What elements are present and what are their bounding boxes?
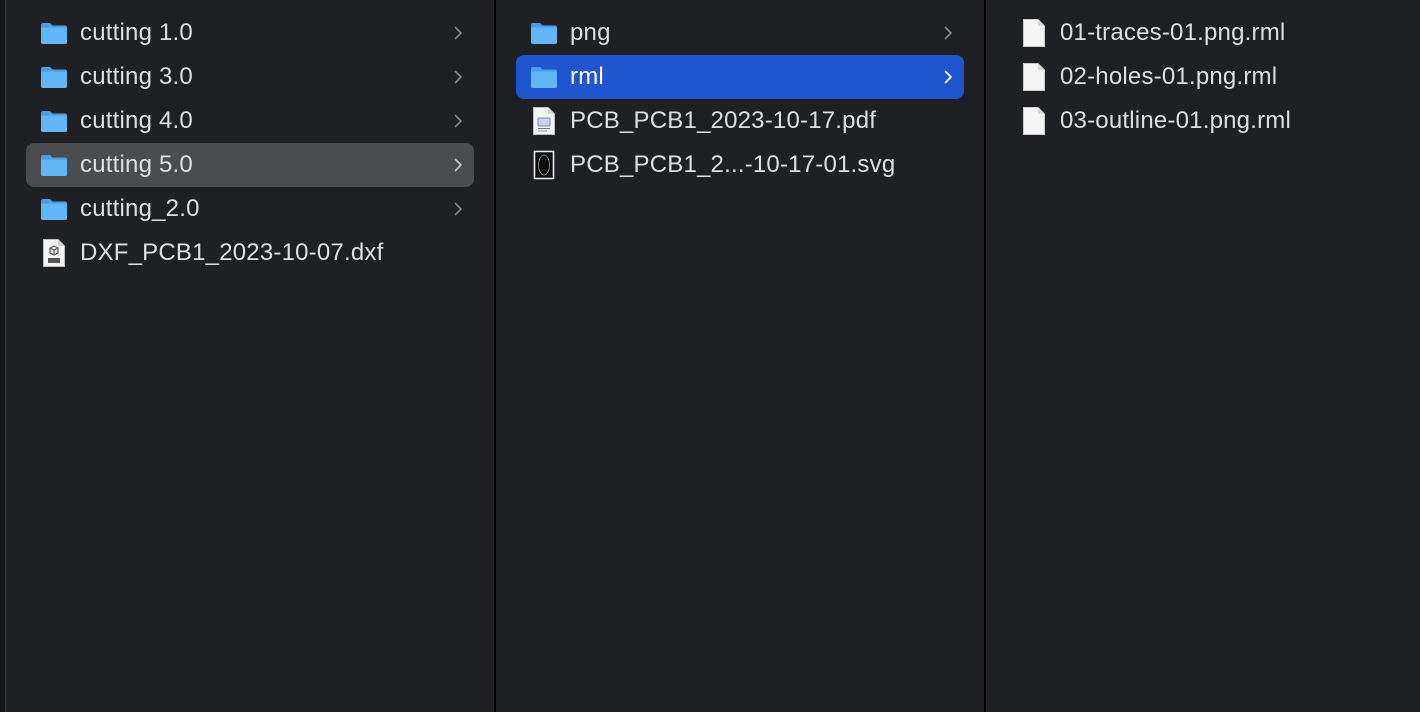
- file-row[interactable]: 03-outline-01.png.rml: [1006, 99, 1400, 143]
- folder-icon: [39, 106, 69, 136]
- chevron-right-icon: [452, 202, 464, 216]
- column-1-list: cutting 1.0 cutting 3.0 cutting 4.0 cutting…: [6, 11, 494, 275]
- item-name: PCB_PCB1_2...-10-17-01.svg: [570, 151, 896, 178]
- folder-row[interactable]: cutting_2.0: [26, 187, 474, 231]
- chevron-right-icon: [942, 70, 954, 84]
- item-name: cutting_2.0: [80, 195, 200, 222]
- file-row[interactable]: 01-traces-01.png.rml: [1006, 11, 1400, 55]
- folder-icon: [529, 62, 559, 92]
- item-name: png: [570, 19, 611, 46]
- column-browser: cutting 1.0 cutting 3.0 cutting 4.0 cutting…: [0, 0, 1420, 712]
- document-icon: [1019, 62, 1049, 92]
- item-name: PCB_PCB1_2023-10-17.pdf: [570, 107, 877, 134]
- folder-icon: [39, 150, 69, 180]
- document-icon: [1019, 106, 1049, 136]
- chevron-right-icon: [452, 70, 464, 84]
- chevron-right-icon: [452, 26, 464, 40]
- file-row[interactable]: PCB_PCB1_2023-10-17.pdf: [516, 99, 964, 143]
- item-name: cutting 1.0: [80, 19, 193, 46]
- folder-icon: [529, 18, 559, 48]
- chevron-right-icon: [452, 158, 464, 172]
- column-1[interactable]: cutting 1.0 cutting 3.0 cutting 4.0 cutting…: [6, 0, 494, 712]
- chevron-right-icon: [452, 114, 464, 128]
- item-name: cutting 4.0: [80, 107, 193, 134]
- folder-row[interactable]: png: [516, 11, 964, 55]
- item-name: 02-holes-01.png.rml: [1060, 63, 1278, 90]
- chevron-right-icon: [942, 26, 954, 40]
- folder-icon: [39, 62, 69, 92]
- item-name: cutting 3.0: [80, 63, 193, 90]
- folder-row[interactable]: cutting 4.0: [26, 99, 474, 143]
- column-3-list: 01-traces-01.png.rml 02-holes-01.png.rml 0…: [986, 11, 1420, 143]
- item-name: 03-outline-01.png.rml: [1060, 107, 1291, 134]
- item-name: DXF_PCB1_2023-10-07.dxf: [80, 239, 384, 266]
- file-row[interactable]: 02-holes-01.png.rml: [1006, 55, 1400, 99]
- item-name: 01-traces-01.png.rml: [1060, 19, 1286, 46]
- folder-row[interactable]: rml: [516, 55, 964, 99]
- item-name: rml: [570, 63, 604, 90]
- folder-row[interactable]: cutting 1.0: [26, 11, 474, 55]
- folder-icon: [39, 194, 69, 224]
- folder-row[interactable]: cutting 3.0: [26, 55, 474, 99]
- file-row[interactable]: PCB_PCB1_2...-10-17-01.svg: [516, 143, 964, 187]
- dxf-file-icon: [39, 238, 69, 268]
- file-row[interactable]: DXF_PCB1_2023-10-07.dxf: [26, 231, 474, 275]
- document-icon: [1019, 18, 1049, 48]
- item-name: cutting 5.0: [80, 151, 193, 178]
- column-3[interactable]: 01-traces-01.png.rml 02-holes-01.png.rml 0…: [986, 0, 1420, 712]
- pdf-file-icon: [529, 106, 559, 136]
- svg-file-icon: [529, 150, 559, 180]
- column-2-list: png rml PCB_PCB1_2023-10-17.pdf PCB_PCB1_2.…: [496, 11, 984, 187]
- column-2[interactable]: png rml PCB_PCB1_2023-10-17.pdf PCB_PCB1_2.…: [496, 0, 984, 712]
- folder-row[interactable]: cutting 5.0: [26, 143, 474, 187]
- folder-icon: [39, 18, 69, 48]
